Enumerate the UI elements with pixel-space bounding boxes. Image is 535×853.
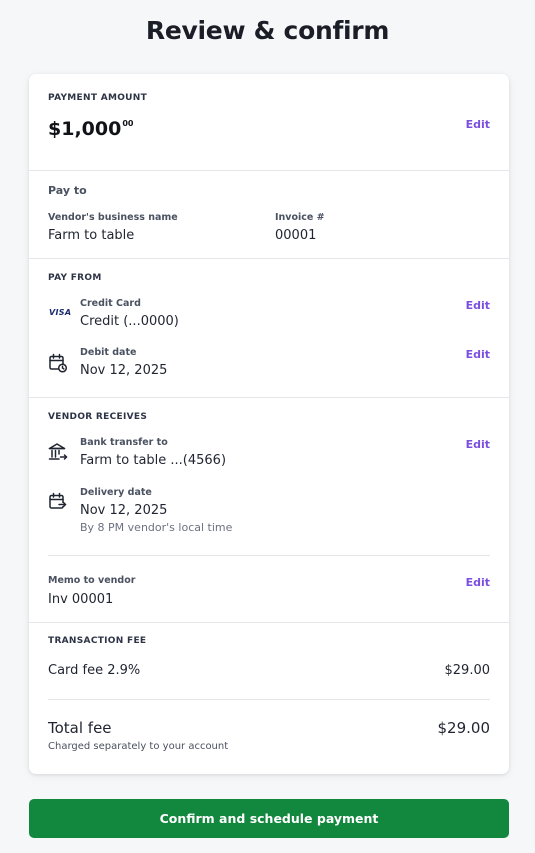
total-fee-label: Total fee: [48, 719, 112, 737]
divider: [29, 258, 509, 259]
visa-icon: VISA: [49, 308, 72, 317]
invoice-value: 00001: [275, 228, 317, 243]
payment-amount-heading: PAYMENT AMOUNT: [48, 93, 148, 103]
debit-date-value: Nov 12, 2025: [80, 363, 168, 378]
pay-to-heading: Pay to: [48, 184, 87, 197]
payment-amount-value: $1,00000: [48, 118, 133, 140]
edit-amount-button[interactable]: Edit: [466, 118, 490, 131]
calendar-clock-icon: [48, 353, 68, 373]
edit-memo-button[interactable]: Edit: [466, 576, 490, 589]
page-title: Review & confirm: [145, 16, 390, 45]
calendar-arrow-icon: [48, 492, 68, 512]
memo-label: Memo to vendor: [48, 575, 136, 586]
transaction-fee-heading: TRANSACTION FEE: [48, 636, 147, 646]
card-fee-label: Card fee 2.9%: [48, 663, 141, 678]
payment-method-value: Credit (...0000): [80, 314, 179, 329]
bank-transfer-value: Farm to table ...(4566): [80, 453, 227, 468]
edit-debit-date-button[interactable]: Edit: [466, 348, 490, 361]
vendor-name-value: Farm to table: [48, 228, 135, 243]
card-fee-value: $29.00: [444, 663, 491, 678]
edit-bank-transfer-button[interactable]: Edit: [466, 438, 490, 451]
delivery-date-label: Delivery date: [80, 487, 152, 498]
vendor-receives-heading: VENDOR RECEIVES: [48, 412, 148, 422]
divider: [48, 555, 490, 556]
divider: [29, 622, 509, 623]
divider: [48, 699, 490, 700]
amount-cents: 00: [122, 119, 134, 128]
payment-method-label: Credit Card: [80, 298, 141, 309]
edit-payment-method-button[interactable]: Edit: [466, 299, 490, 312]
invoice-label: Invoice #: [275, 212, 325, 223]
delivery-date-value: Nov 12, 2025: [80, 503, 168, 518]
divider: [29, 397, 509, 398]
total-fee-note: Charged separately to your account: [48, 741, 229, 752]
pay-from-heading: PAY FROM: [48, 273, 102, 283]
amount-main: $1,000: [48, 118, 122, 140]
total-fee-value: $29.00: [437, 719, 491, 737]
delivery-date-note: By 8 PM vendor's local time: [80, 521, 233, 534]
bank-icon: [48, 442, 68, 462]
review-card: PAYMENT AMOUNT $1,00000 Edit Pay to Vend…: [29, 74, 509, 774]
divider: [29, 170, 509, 171]
bank-transfer-label: Bank transfer to: [80, 437, 168, 448]
debit-date-label: Debit date: [80, 347, 137, 358]
vendor-name-label: Vendor's business name: [48, 212, 178, 223]
confirm-schedule-payment-button[interactable]: Confirm and schedule payment: [29, 799, 509, 838]
memo-value: Inv 00001: [48, 592, 114, 607]
